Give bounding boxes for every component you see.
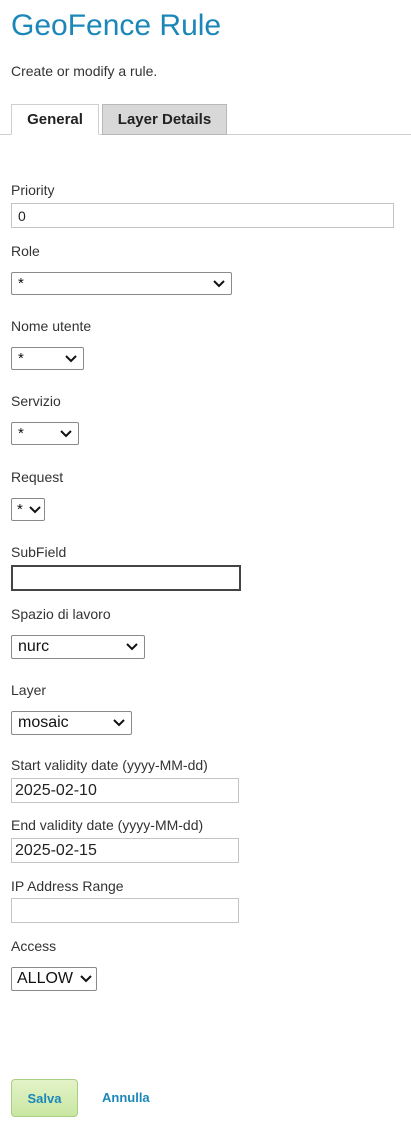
ip-range-label: IP Address Range <box>11 878 124 894</box>
chevron-down-icon <box>29 505 41 513</box>
service-value: * <box>18 425 24 442</box>
end-date-input[interactable]: 2025-02-15 <box>11 838 239 863</box>
priority-label: Priority <box>11 182 55 198</box>
layer-label: Layer <box>11 682 47 698</box>
role-value: * <box>18 275 24 292</box>
role-select[interactable]: * <box>11 272 232 295</box>
cancel-link[interactable]: Annulla <box>102 1090 150 1106</box>
role-label: Role <box>11 243 40 259</box>
chevron-down-icon <box>65 354 77 362</box>
user-select[interactable]: * <box>11 347 84 370</box>
layer-select[interactable]: mosaic <box>11 711 132 735</box>
priority-value: 0 <box>18 207 26 224</box>
end-date-value: 2025-02-15 <box>15 841 97 859</box>
chevron-down-icon <box>126 643 138 651</box>
workspace-select[interactable]: nurc <box>11 635 145 659</box>
request-value: * <box>17 501 23 518</box>
access-select[interactable]: ALLOW <box>11 967 97 991</box>
request-label: Request <box>11 469 64 485</box>
chevron-down-icon <box>213 279 225 287</box>
tab-layer-details[interactable]: Layer Details <box>102 104 227 135</box>
start-date-label: Start validity date (yyyy-MM-dd) <box>11 757 208 773</box>
end-date-label: End validity date (yyyy-MM-dd) <box>11 817 204 833</box>
tab-general-label: General <box>27 111 83 128</box>
chevron-down-icon <box>113 719 125 727</box>
chevron-down-icon <box>60 429 72 437</box>
layer-value: mosaic <box>18 714 69 731</box>
workspace-value: nurc <box>18 638 50 655</box>
service-select[interactable]: * <box>11 422 79 445</box>
access-value: ALLOW <box>17 970 74 987</box>
subfield-label: SubField <box>11 544 67 560</box>
tab-layer-details-label: Layer Details <box>117 111 212 128</box>
chevron-down-icon <box>80 975 92 983</box>
save-button-label: Salva <box>27 1090 62 1106</box>
service-label: Servizio <box>11 393 61 409</box>
access-label: Access <box>11 938 57 954</box>
priority-input[interactable]: 0 <box>11 203 394 228</box>
subfield-input[interactable] <box>11 565 241 591</box>
request-select[interactable]: * <box>11 498 45 521</box>
start-date-input[interactable]: 2025-02-10 <box>11 778 239 803</box>
page-subtitle: Create or modify a rule. <box>11 63 158 79</box>
ip-range-input[interactable] <box>11 898 239 923</box>
start-date-value: 2025-02-10 <box>15 781 97 799</box>
user-label: Nome utente <box>11 318 92 334</box>
tab-general[interactable]: General <box>11 104 99 135</box>
user-value: * <box>18 350 24 367</box>
save-button[interactable]: Salva <box>11 1079 78 1117</box>
page-title: GeoFence Rule <box>11 9 222 42</box>
workspace-label: Spazio di lavoro <box>11 606 111 622</box>
